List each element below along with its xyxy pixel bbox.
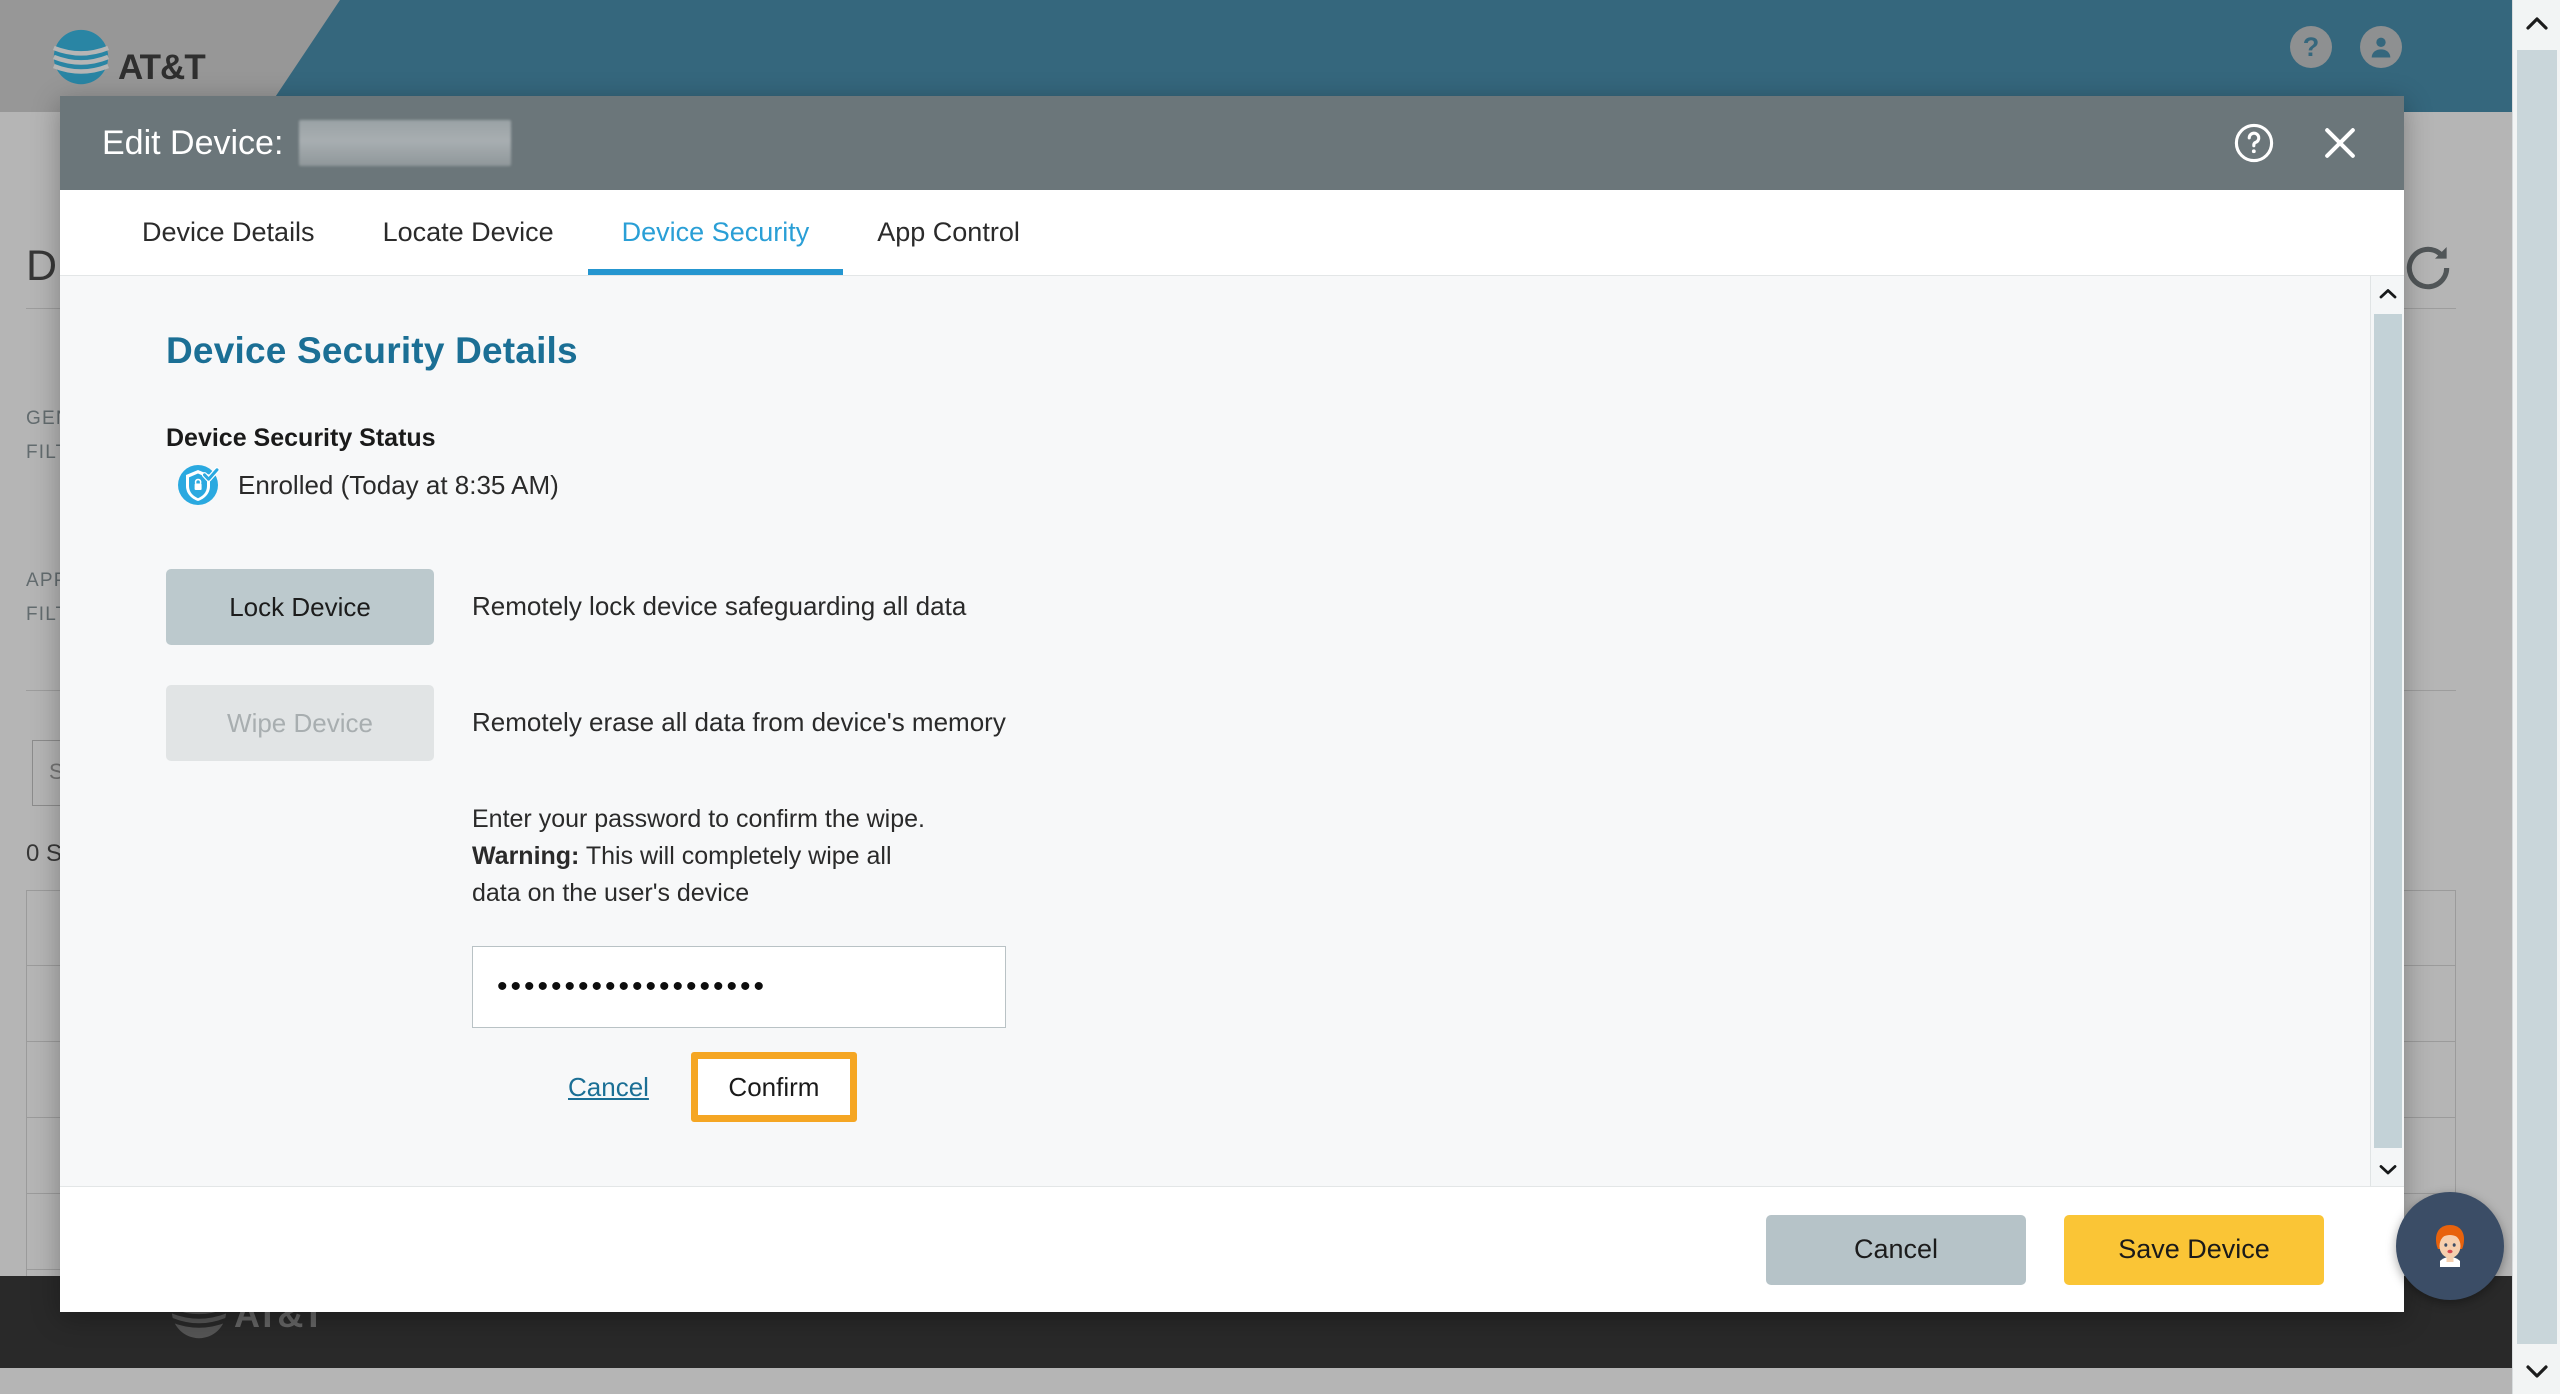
tab-device-details[interactable]: Device Details <box>142 190 349 275</box>
close-icon[interactable] <box>2318 121 2362 165</box>
wipe-device-button[interactable]: Wipe Device <box>166 685 434 761</box>
modal-scrollbar-thumb[interactable] <box>2374 314 2402 1148</box>
edit-device-modal: Edit Device: Device Details Locate Devic… <box>60 96 2404 1312</box>
help-circle-icon[interactable] <box>2232 121 2276 165</box>
security-status-value: Enrolled (Today at 8:35 AM) <box>238 469 559 500</box>
window-scrollbar[interactable] <box>2512 0 2560 1394</box>
wipe-copy-line3: data on the user's device <box>472 879 750 907</box>
wipe-copy-line2: This will completely wipe all <box>579 842 892 870</box>
tab-locate-device[interactable]: Locate Device <box>349 190 588 275</box>
account-circle-icon[interactable] <box>2360 26 2402 68</box>
modal-cancel-button[interactable]: Cancel <box>1766 1214 2026 1285</box>
modal-header-actions <box>2232 96 2362 190</box>
lock-device-row: Lock Device Remotely lock device safegua… <box>166 569 2404 645</box>
modal-content-scrollbar[interactable] <box>2370 276 2404 1186</box>
password-input[interactable]: •••••••••••••••••••• <box>472 946 1006 1028</box>
wipe-confirmation-copy: Enter your password to confirm the wipe.… <box>472 801 2404 912</box>
tab-device-security[interactable]: Device Security <box>587 190 844 275</box>
wipe-confirm-actions: Cancel Confirm <box>568 1052 2404 1122</box>
wipe-confirmation-block: Enter your password to confirm the wipe.… <box>472 801 2404 1122</box>
wipe-warning-label: Warning: <box>472 842 580 870</box>
brand-wordmark: AT&T <box>118 48 206 87</box>
modal-footer: Cancel Save Device <box>60 1186 2404 1312</box>
wipe-confirm-button[interactable]: Confirm <box>697 1059 850 1115</box>
security-status-label: Device Security Status <box>166 424 436 452</box>
chevron-down-icon[interactable] <box>2371 1152 2404 1186</box>
wipe-copy-line1: Enter your password to confirm the wipe. <box>472 805 925 833</box>
lock-device-button[interactable]: Lock Device <box>166 569 434 645</box>
section-title: Device Security Details <box>166 330 578 371</box>
chevron-up-icon[interactable] <box>2371 276 2404 310</box>
refresh-icon[interactable] <box>2400 240 2456 296</box>
modal-tab-bar: Device Details Locate Device Device Secu… <box>60 190 2404 276</box>
shield-check-icon <box>178 465 220 505</box>
wipe-cancel-link[interactable]: Cancel <box>568 1072 649 1103</box>
confirm-button-highlight: Confirm <box>690 1052 857 1122</box>
chat-agent-avatar-icon[interactable] <box>2396 1192 2504 1300</box>
chevron-down-icon[interactable] <box>2513 1348 2560 1394</box>
att-globe-icon <box>52 29 110 85</box>
topbar-icon-group: ? <box>2290 26 2402 68</box>
chevron-up-icon[interactable] <box>2513 0 2560 46</box>
device-name-redacted <box>299 120 512 166</box>
lock-device-description: Remotely lock device safeguarding all da… <box>472 591 967 621</box>
modal-header: Edit Device: <box>60 96 2404 190</box>
save-device-button[interactable]: Save Device <box>2064 1214 2324 1285</box>
help-circle-icon[interactable]: ? <box>2290 26 2332 68</box>
modal-title-text: Edit Device: <box>102 123 284 162</box>
window-scrollbar-thumb[interactable] <box>2517 50 2557 1344</box>
tab-app-control[interactable]: App Control <box>843 190 1054 275</box>
security-status-row: Enrolled (Today at 8:35 AM) <box>176 463 2404 507</box>
modal-content-area: Device Security Details Device Security … <box>60 276 2404 1186</box>
wipe-device-row: Wipe Device Remotely erase all data from… <box>166 685 2404 761</box>
modal-title: Edit Device: <box>102 120 512 166</box>
wipe-device-description: Remotely erase all data from device's me… <box>472 707 1006 737</box>
